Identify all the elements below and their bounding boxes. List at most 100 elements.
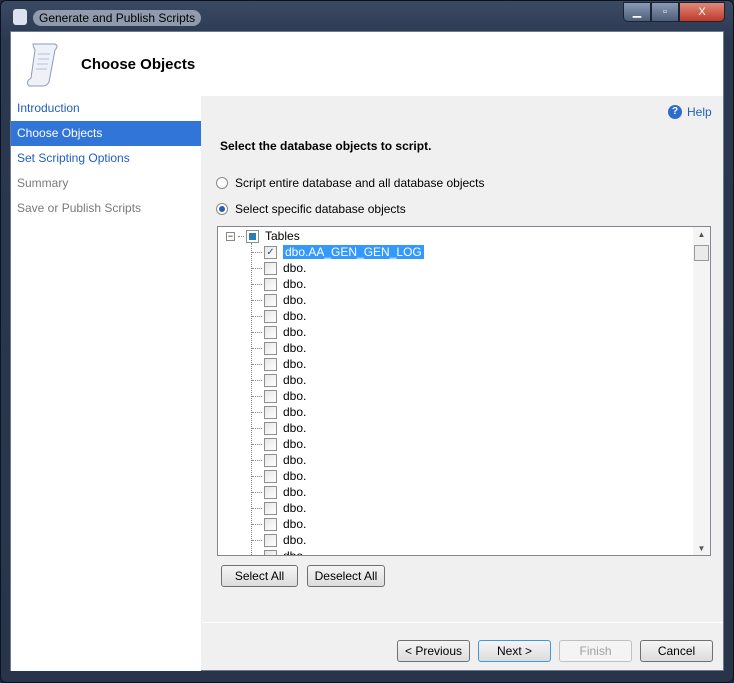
scrollbar-thumb[interactable] <box>694 245 709 261</box>
item-checkbox[interactable] <box>264 261 277 275</box>
sidebar-item-introduction[interactable]: Introduction <box>11 96 201 121</box>
tree-item[interactable]: dbo. <box>252 468 306 484</box>
tree-item[interactable]: dbo. <box>252 516 306 532</box>
item-checkbox[interactable] <box>264 453 277 467</box>
tree-item[interactable]: ✓ dbo.AA_GEN_GEN_LOG <box>252 244 424 260</box>
item-label[interactable]: dbo. <box>283 549 306 555</box>
item-label[interactable]: dbo. <box>283 437 306 451</box>
help-label: Help <box>687 105 712 119</box>
tree-line <box>252 475 262 477</box>
item-checkbox[interactable] <box>264 437 277 451</box>
close-button[interactable]: X <box>679 2 725 22</box>
item-label[interactable]: dbo. <box>283 533 306 547</box>
tree-item[interactable]: dbo. <box>252 292 306 308</box>
radio-button[interactable] <box>216 203 228 215</box>
item-checkbox[interactable] <box>264 469 277 483</box>
item-checkbox[interactable] <box>264 309 277 323</box>
item-label[interactable]: dbo. <box>283 277 306 291</box>
tables-node-label[interactable]: Tables <box>265 229 300 243</box>
wizard-steps: Introduction Choose Objects Set Scripting … <box>11 96 201 671</box>
page-title: Choose Objects <box>81 56 196 73</box>
tree-item[interactable]: dbo. <box>252 308 306 324</box>
item-checkbox[interactable] <box>264 389 277 403</box>
help-link[interactable]: ? Help <box>668 105 712 119</box>
tree-line <box>252 556 262 557</box>
tree-item[interactable]: dbo. <box>252 404 306 420</box>
finish-button: Finish <box>559 640 632 662</box>
item-label[interactable]: dbo. <box>283 469 306 483</box>
tree-line <box>252 491 262 493</box>
deselect-all-button[interactable]: Deselect All <box>307 565 385 587</box>
tree-line <box>252 267 262 269</box>
tree-item[interactable]: dbo. <box>252 260 306 276</box>
item-label[interactable]: dbo. <box>283 389 306 403</box>
tree-line <box>252 427 262 429</box>
script-scroll-icon <box>26 43 58 87</box>
instruction-text: Select the database objects to script. <box>220 139 432 153</box>
tree-item[interactable]: dbo. <box>252 388 306 404</box>
item-label[interactable]: dbo. <box>283 309 306 323</box>
tree-item[interactable]: dbo. <box>252 500 306 516</box>
tree-item[interactable]: dbo. <box>252 372 306 388</box>
item-checkbox[interactable] <box>264 277 277 291</box>
item-checkbox[interactable] <box>264 293 277 307</box>
item-label[interactable]: dbo. <box>283 293 306 307</box>
radio-entire-database[interactable]: Script entire database and all database … <box>216 176 485 190</box>
item-label[interactable]: dbo.AA_GEN_GEN_LOG <box>283 245 424 259</box>
tree-item[interactable]: dbo. <box>252 340 306 356</box>
object-tree[interactable]: − Tables ▲ ▼ ✓ dbo.AA_GEN_GEN_LOG dbo. dbo.… <box>217 226 711 556</box>
tree-scrollbar[interactable]: ▲ ▼ <box>693 227 710 555</box>
radio-button[interactable] <box>216 177 228 189</box>
item-checkbox[interactable]: ✓ <box>264 245 277 259</box>
tree-item[interactable]: dbo. <box>252 324 306 340</box>
next-button[interactable]: Next > <box>478 640 551 662</box>
item-checkbox[interactable] <box>264 341 277 355</box>
item-label[interactable]: dbo. <box>283 501 306 515</box>
radio-specific-objects[interactable]: Select specific database objects <box>216 202 406 216</box>
tree-line <box>252 443 262 445</box>
tree-line <box>252 347 262 349</box>
dialog-client: Choose Objects Introduction Choose Object… <box>10 31 724 671</box>
item-checkbox[interactable] <box>264 373 277 387</box>
previous-button[interactable]: < Previous <box>397 640 470 662</box>
tree-item[interactable]: dbo. <box>252 532 306 548</box>
maximize-button[interactable]: ▫ <box>651 2 679 22</box>
item-checkbox[interactable] <box>264 357 277 371</box>
tree-item[interactable]: dbo. <box>252 276 306 292</box>
tables-checkbox[interactable] <box>246 229 259 243</box>
item-label[interactable]: dbo. <box>283 325 306 339</box>
tree-line <box>252 315 262 317</box>
cancel-button[interactable]: Cancel <box>640 640 713 662</box>
item-label[interactable]: dbo. <box>283 453 306 467</box>
item-label[interactable]: dbo. <box>283 485 306 499</box>
tree-item[interactable]: dbo. <box>252 484 306 500</box>
sidebar-item-choose-objects[interactable]: Choose Objects <box>11 121 201 146</box>
radio-label: Select specific database objects <box>235 202 406 216</box>
item-checkbox[interactable] <box>264 325 277 339</box>
sidebar-item-set-scripting-options[interactable]: Set Scripting Options <box>11 146 201 171</box>
item-label[interactable]: dbo. <box>283 261 306 275</box>
tree-item[interactable]: dbo. <box>252 452 306 468</box>
item-checkbox[interactable] <box>264 533 277 547</box>
tree-item[interactable]: dbo. <box>252 436 306 452</box>
item-label[interactable]: dbo. <box>283 341 306 355</box>
item-checkbox[interactable] <box>264 549 277 555</box>
item-label[interactable]: dbo. <box>283 517 306 531</box>
item-label[interactable]: dbo. <box>283 421 306 435</box>
minimize-button[interactable]: ▁ <box>623 2 651 22</box>
item-label[interactable]: dbo. <box>283 405 306 419</box>
collapse-icon[interactable]: − <box>226 231 235 241</box>
item-label[interactable]: dbo. <box>283 357 306 371</box>
item-checkbox[interactable] <box>264 501 277 515</box>
tree-item[interactable]: dbo. <box>252 356 306 372</box>
select-all-button[interactable]: Select All <box>221 565 298 587</box>
tree-item[interactable]: dbo. <box>252 548 306 557</box>
item-checkbox[interactable] <box>264 485 277 499</box>
tree-item[interactable]: dbo. <box>252 420 306 436</box>
item-checkbox[interactable] <box>264 421 277 435</box>
item-checkbox[interactable] <box>264 405 277 419</box>
sidebar-item-summary: Summary <box>17 176 69 190</box>
tree-line <box>252 379 262 381</box>
item-label[interactable]: dbo. <box>283 373 306 387</box>
item-checkbox[interactable] <box>264 517 277 531</box>
